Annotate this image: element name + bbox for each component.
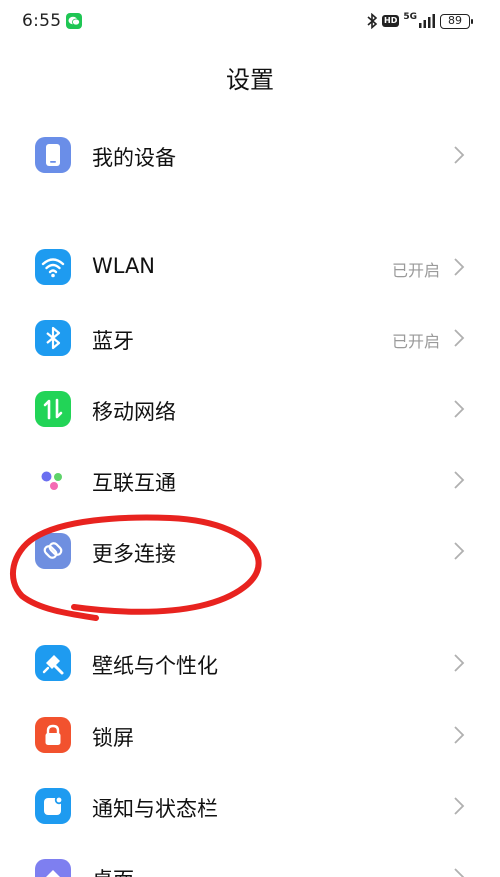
chevron-right-icon (454, 797, 465, 815)
phone-icon (35, 137, 71, 173)
settings-item-label: 我的设备 (92, 146, 176, 170)
settings-item-status: 已开启 (391, 261, 440, 280)
settings-item-desktop[interactable]: 桌面 (0, 842, 500, 877)
interconnect-icon (35, 462, 71, 498)
settings-item-label: 蓝牙 (92, 329, 134, 353)
settings-item-label: 更多连接 (92, 542, 176, 566)
signal-icon (419, 14, 435, 28)
settings-item-wlan[interactable]: WLAN 已开启 (0, 232, 500, 302)
chevron-right-icon (454, 146, 465, 164)
battery-indicator: 89 (440, 13, 473, 29)
settings-item-label: WLAN (92, 254, 156, 278)
chevron-right-icon (454, 400, 465, 418)
settings-item-label: 壁纸与个性化 (92, 654, 218, 678)
lock-icon (35, 717, 71, 753)
status-icons: HD 5G 89 (366, 12, 473, 30)
notification-icon (35, 788, 71, 824)
status-time: 6:55 (22, 11, 62, 31)
wechat-notification-icon (66, 13, 82, 29)
settings-item-label: 桌面 (92, 864, 134, 877)
page-title: 设置 (226, 66, 274, 94)
chevron-right-icon (454, 542, 465, 560)
settings-item-more-connections[interactable]: 更多连接 (0, 516, 500, 586)
hd-badge: HD (382, 15, 400, 27)
chevron-right-icon (454, 471, 465, 489)
link-icon (35, 533, 71, 569)
settings-item-lock-screen[interactable]: 锁屏 (0, 700, 500, 770)
wallpaper-icon (35, 645, 71, 681)
settings-item-label: 通知与状态栏 (92, 797, 218, 821)
settings-item-status: 已开启 (391, 332, 440, 351)
bluetooth-status-icon (367, 13, 378, 29)
network-type-label: 5G (403, 12, 417, 22)
chevron-right-icon (454, 258, 465, 276)
settings-item-my-device[interactable]: 我的设备 (0, 120, 500, 190)
settings-item-wallpaper[interactable]: 壁纸与个性化 (0, 628, 500, 698)
settings-item-mobile-network[interactable]: 移动网络 (0, 374, 500, 444)
mobile-data-icon (35, 391, 71, 427)
bluetooth-icon (35, 320, 71, 356)
wifi-icon (35, 249, 71, 285)
settings-item-bluetooth[interactable]: 蓝牙 已开启 (0, 303, 500, 373)
settings-item-label: 互联互通 (92, 471, 176, 495)
settings-item-label: 锁屏 (92, 726, 134, 750)
chevron-right-icon (454, 654, 465, 672)
settings-item-interconnect[interactable]: 互联互通 (0, 445, 500, 515)
settings-item-label: 移动网络 (92, 400, 176, 424)
settings-item-notifications[interactable]: 通知与状态栏 (0, 771, 500, 841)
home-icon (35, 859, 71, 877)
chevron-right-icon (454, 868, 465, 877)
status-bar: 6:55 HD 5G 89 (0, 0, 500, 44)
chevron-right-icon (454, 329, 465, 347)
chevron-right-icon (454, 726, 465, 744)
